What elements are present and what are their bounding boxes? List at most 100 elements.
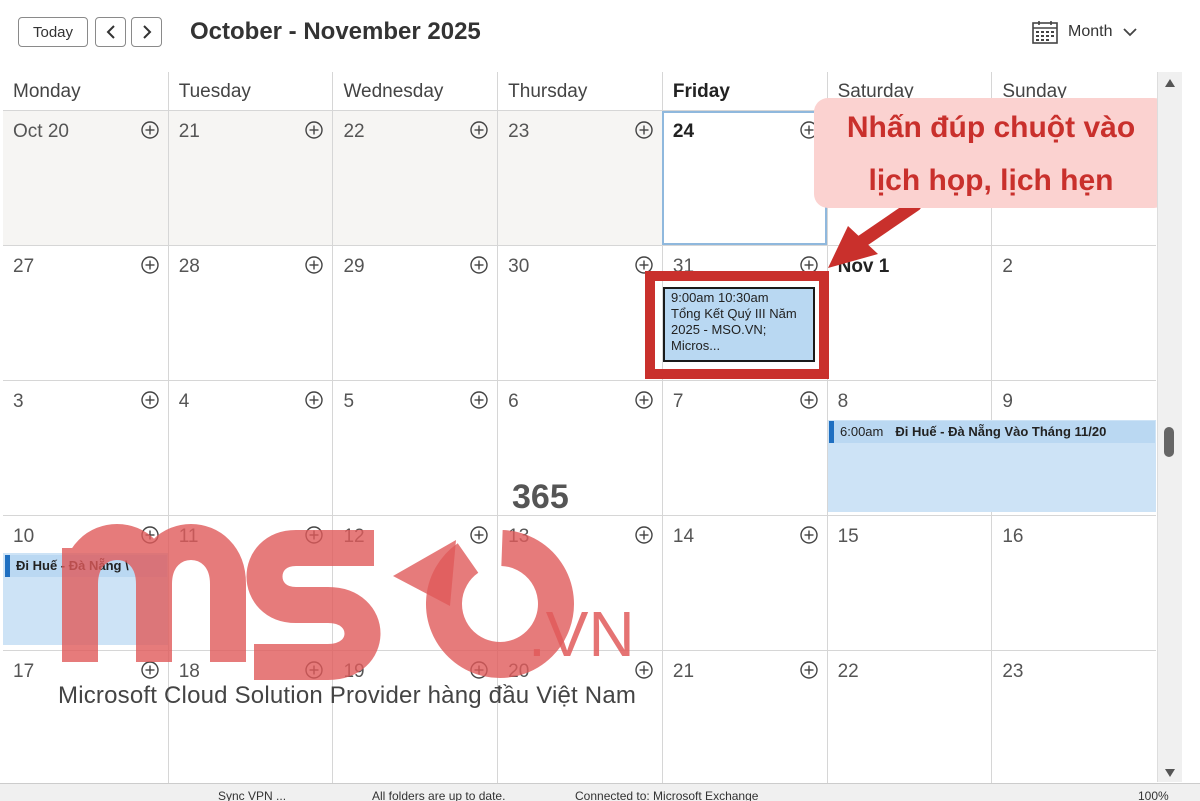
- callout-line-1: Nhấn đúp chuột vào: [846, 111, 1136, 144]
- day-number: 5: [343, 391, 355, 412]
- add-event-icon[interactable]: [634, 390, 654, 410]
- trip-event-continued-title: Đi Huế - Đà Nẵng \: [16, 558, 129, 573]
- scroll-thumb[interactable]: [1164, 427, 1174, 457]
- day-number: 21: [672, 661, 695, 682]
- add-event-icon[interactable]: [140, 255, 160, 275]
- week-row: 10 11 12 13 14 15 16: [3, 515, 1156, 650]
- chevron-left-icon: [106, 25, 115, 39]
- add-event-icon[interactable]: [140, 120, 160, 140]
- day-cell[interactable]: 23: [497, 111, 662, 245]
- instruction-callout: Nhấn đúp chuột vào lịch họp, lịch hẹn: [814, 98, 1168, 208]
- day-cell[interactable]: 19: [332, 651, 497, 785]
- add-event-icon[interactable]: [469, 525, 489, 545]
- status-zoom: 100%: [1138, 789, 1169, 801]
- day-cell[interactable]: Oct 20: [3, 111, 168, 245]
- status-connection: Connected to: Microsoft Exchange: [575, 789, 759, 801]
- day-number: 16: [1002, 526, 1024, 547]
- add-event-icon[interactable]: [304, 660, 324, 680]
- add-event-icon[interactable]: [634, 660, 654, 680]
- day-number: 12: [343, 526, 365, 547]
- calendar-toolbar: Today October - November 2025 Month: [0, 0, 1200, 70]
- day-cell[interactable]: 22: [826, 651, 992, 785]
- day-cell[interactable]: 24: [661, 111, 827, 245]
- day-cell[interactable]: 18: [167, 651, 333, 785]
- next-button[interactable]: [131, 17, 162, 47]
- watermark-tagline: Microsoft Cloud Solution Provider hàng đ…: [58, 682, 637, 709]
- day-cell[interactable]: 20: [497, 651, 662, 785]
- add-event-icon[interactable]: [469, 390, 489, 410]
- add-event-icon[interactable]: [469, 255, 489, 275]
- status-bar: Sync VPN ... All folders are up to date.…: [0, 783, 1200, 801]
- add-event-icon[interactable]: [799, 660, 819, 680]
- week-row: 27 28 29 30 31 Nov 12: [3, 245, 1156, 380]
- day-cell[interactable]: 21: [167, 111, 333, 245]
- add-event-icon[interactable]: [799, 390, 819, 410]
- weekday-monday: Monday: [13, 81, 81, 102]
- day-number: 2: [1002, 256, 1013, 277]
- day-number: 22: [343, 121, 365, 142]
- view-label: Month: [1068, 23, 1113, 40]
- callout-line-2: lịch họp, lịch hẹn: [868, 164, 1114, 197]
- day-cell[interactable]: 23: [991, 651, 1156, 785]
- add-event-icon[interactable]: [304, 255, 324, 275]
- day-cell[interactable]: 30: [497, 246, 662, 380]
- day-cell[interactable]: 28: [167, 246, 333, 380]
- day-cell[interactable]: 13: [497, 516, 662, 650]
- today-button[interactable]: Today: [18, 17, 88, 47]
- add-event-icon[interactable]: [469, 660, 489, 680]
- day-cell[interactable]: 15: [826, 516, 992, 650]
- previous-button[interactable]: [95, 17, 126, 47]
- day-number: 21: [178, 121, 200, 142]
- day-cell[interactable]: 7: [661, 381, 827, 515]
- day-cell[interactable]: 17: [3, 651, 168, 785]
- day-cell[interactable]: 22: [332, 111, 498, 245]
- day-cell[interactable]: 21: [661, 651, 827, 785]
- vertical-scrollbar[interactable]: [1157, 72, 1182, 782]
- chevron-right-icon: [142, 25, 151, 39]
- day-cell[interactable]: 11: [167, 516, 333, 650]
- day-cell[interactable]: 12: [332, 516, 497, 650]
- add-event-icon[interactable]: [140, 660, 160, 680]
- day-cell[interactable]: 29: [332, 246, 497, 380]
- day-number: 10: [13, 526, 35, 547]
- day-number: 17: [13, 661, 35, 682]
- day-cell[interactable]: 4: [167, 381, 333, 515]
- add-event-icon[interactable]: [634, 525, 654, 545]
- trip-event-time: 6:00am: [840, 424, 884, 439]
- day-number: 23: [508, 121, 530, 142]
- scroll-down-arrow-icon[interactable]: [1164, 768, 1176, 778]
- day-number: 14: [672, 526, 695, 547]
- scroll-up-arrow-icon[interactable]: [1164, 78, 1176, 88]
- highlight-frame: [645, 271, 829, 379]
- add-event-icon[interactable]: [140, 525, 160, 545]
- day-cell[interactable]: 27: [3, 246, 168, 380]
- day-number: 3: [13, 391, 24, 412]
- view-switcher[interactable]: Month: [1032, 20, 1138, 44]
- watermark-365: 365: [512, 478, 569, 516]
- day-number: 27: [13, 256, 35, 277]
- day-number: 13: [508, 526, 530, 547]
- day-cell[interactable]: Nov 1: [826, 246, 992, 380]
- day-cell[interactable]: 2: [991, 246, 1156, 380]
- add-event-icon[interactable]: [304, 120, 324, 140]
- add-event-icon[interactable]: [799, 525, 819, 545]
- add-event-icon[interactable]: [304, 525, 324, 545]
- day-cell[interactable]: 3: [3, 381, 168, 515]
- day-cell[interactable]: 16: [991, 516, 1156, 650]
- add-event-icon[interactable]: [140, 390, 160, 410]
- status-sync: Sync VPN ...: [218, 789, 287, 801]
- trip-event[interactable]: 6:00am Đi Huế - Đà Nẵng Vào Tháng 11/20: [829, 421, 1155, 443]
- add-event-icon[interactable]: [469, 120, 489, 140]
- day-number: 24: [672, 121, 695, 142]
- day-number: 8: [837, 391, 849, 412]
- add-event-icon[interactable]: [304, 390, 324, 410]
- day-number: Nov 1: [837, 256, 890, 277]
- day-number: 9: [1002, 391, 1013, 412]
- trip-event-continued[interactable]: Đi Huế - Đà Nẵng \: [5, 555, 167, 577]
- add-event-icon[interactable]: [634, 120, 654, 140]
- day-cell[interactable]: 5: [332, 381, 497, 515]
- day-number: 7: [672, 391, 684, 412]
- day-number: 28: [178, 256, 200, 277]
- trip-event-title: Đi Huế - Đà Nẵng Vào Tháng 11/20: [895, 424, 1107, 439]
- day-cell[interactable]: 14: [661, 516, 827, 650]
